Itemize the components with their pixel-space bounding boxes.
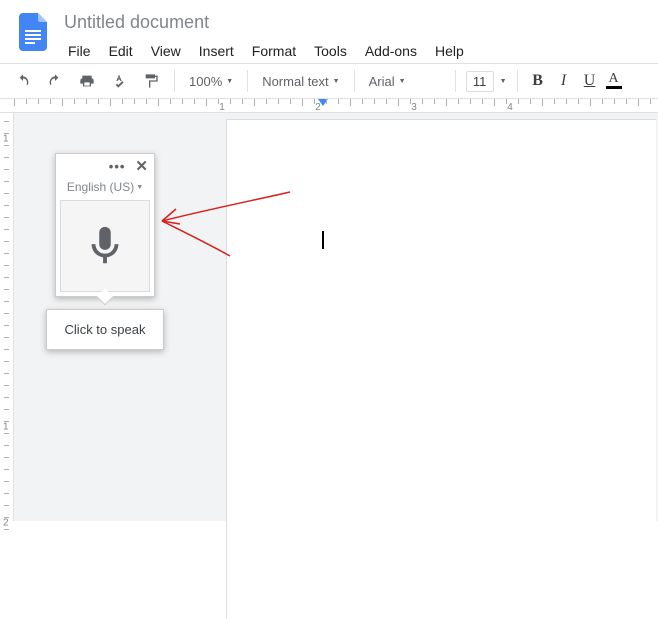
voice-tooltip: Click to speak bbox=[46, 309, 164, 350]
menu-file[interactable]: File bbox=[60, 39, 99, 63]
zoom-value: 100% bbox=[189, 74, 222, 89]
close-icon[interactable]: ✕ bbox=[135, 157, 148, 175]
font-value: Arial bbox=[369, 74, 395, 89]
more-options-icon[interactable]: ••• bbox=[109, 159, 126, 174]
document-page[interactable] bbox=[226, 119, 656, 619]
redo-button[interactable] bbox=[42, 68, 68, 94]
dropdown-icon: ▼ bbox=[333, 78, 340, 85]
header: Untitled document File Edit View Insert … bbox=[0, 0, 658, 63]
workspace: 1 2 3 4 1 1 2 ••• ✕ English (US) ▼ Click… bbox=[0, 99, 658, 521]
text-color-swatch bbox=[606, 86, 622, 89]
document-title[interactable]: Untitled document bbox=[60, 10, 648, 35]
menu-edit[interactable]: Edit bbox=[101, 39, 141, 63]
horizontal-ruler[interactable]: 1 2 3 4 bbox=[0, 99, 658, 113]
ruler-number: 4 bbox=[507, 102, 513, 113]
paint-format-button[interactable] bbox=[138, 68, 164, 94]
text-color-label: A bbox=[608, 73, 618, 85]
ruler-number: 3 bbox=[411, 102, 417, 113]
font-size-dropdown-icon[interactable]: ▼ bbox=[500, 78, 507, 85]
vertical-ruler[interactable]: 1 1 2 bbox=[0, 113, 14, 521]
paragraph-style-dropdown[interactable]: Normal text ▼ bbox=[258, 74, 343, 89]
spellcheck-button[interactable] bbox=[106, 68, 132, 94]
toolbar-separator bbox=[455, 70, 456, 92]
toolbar-separator bbox=[517, 70, 518, 92]
voice-language-dropdown[interactable]: English (US) ▼ bbox=[56, 178, 154, 200]
ruler-number: 1 bbox=[219, 102, 225, 113]
toolbar-separator bbox=[174, 70, 175, 92]
toolbar: 100% ▼ Normal text ▼ Arial ▼ 11 ▼ B I U … bbox=[0, 63, 658, 99]
menu-addons[interactable]: Add-ons bbox=[357, 39, 425, 63]
menu-help[interactable]: Help bbox=[427, 39, 472, 63]
menu-bar: File Edit View Insert Format Tools Add-o… bbox=[60, 39, 648, 63]
toolbar-separator bbox=[354, 70, 355, 92]
italic-button[interactable]: I bbox=[554, 72, 574, 90]
text-cursor bbox=[322, 231, 324, 249]
font-size-input[interactable]: 11 bbox=[466, 71, 494, 92]
font-dropdown[interactable]: Arial ▼ bbox=[365, 74, 445, 89]
ruler-number: 2 bbox=[315, 102, 321, 113]
microphone-button[interactable] bbox=[60, 200, 150, 292]
print-button[interactable] bbox=[74, 68, 100, 94]
dropdown-icon: ▼ bbox=[136, 184, 143, 191]
paragraph-style-value: Normal text bbox=[262, 74, 328, 89]
bold-button[interactable]: B bbox=[528, 72, 548, 90]
menu-format[interactable]: Format bbox=[244, 39, 304, 63]
docs-logo[interactable] bbox=[16, 10, 52, 54]
menu-insert[interactable]: Insert bbox=[191, 39, 242, 63]
dropdown-icon: ▼ bbox=[399, 78, 406, 85]
title-area: Untitled document File Edit View Insert … bbox=[60, 6, 648, 63]
dropdown-icon: ▼ bbox=[226, 78, 233, 85]
voice-language-value: English (US) bbox=[67, 180, 134, 194]
menu-view[interactable]: View bbox=[143, 39, 189, 63]
toolbar-separator bbox=[247, 70, 248, 92]
voice-panel-header: ••• ✕ bbox=[56, 154, 154, 178]
menu-tools[interactable]: Tools bbox=[306, 39, 355, 63]
text-color-button[interactable]: A bbox=[606, 73, 622, 89]
underline-button[interactable]: U bbox=[580, 72, 600, 90]
zoom-dropdown[interactable]: 100% ▼ bbox=[185, 74, 237, 89]
microphone-icon bbox=[82, 223, 128, 269]
undo-button[interactable] bbox=[10, 68, 36, 94]
voice-typing-panel[interactable]: ••• ✕ English (US) ▼ bbox=[55, 153, 155, 297]
